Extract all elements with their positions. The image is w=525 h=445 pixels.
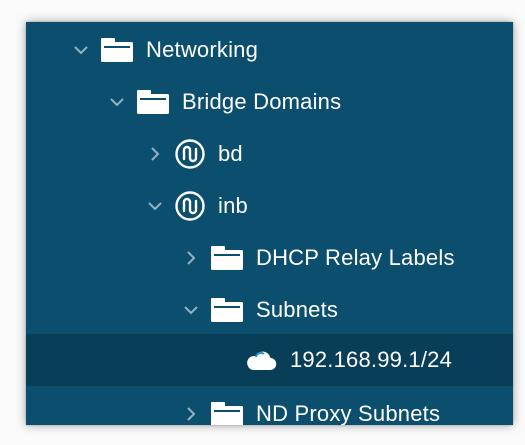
screenshot-frame: Networking Bridge Domains bd inb DHCP Re… (0, 0, 525, 445)
tree-item-inb[interactable]: inb (26, 180, 513, 232)
tree-item-bridge-domains[interactable]: Bridge Domains (26, 76, 513, 128)
cloud-icon (244, 347, 278, 373)
tree-item-label: ND Proxy Subnets (256, 401, 441, 425)
navigation-tree-panel: Networking Bridge Domains bd inb DHCP Re… (26, 22, 513, 425)
chevron-down-icon[interactable] (106, 91, 128, 113)
tree-item-label: Bridge Domains (182, 89, 342, 114)
folder-icon (210, 401, 244, 425)
tree-item-label: 192.168.99.1/24 (290, 347, 453, 372)
folder-icon (210, 297, 244, 323)
tree-item-subnets[interactable]: Subnets (26, 284, 513, 336)
tree-item-bd[interactable]: bd (26, 128, 513, 180)
tree-item-dhcp-relay-labels[interactable]: DHCP Relay Labels (26, 232, 513, 284)
tree-item-label: inb (218, 193, 248, 218)
tree-item-label: Networking (146, 37, 259, 62)
folder-icon (136, 89, 170, 115)
chevron-down-icon[interactable] (144, 195, 166, 217)
tree-item-networking[interactable]: Networking (26, 24, 513, 76)
chevron-down-icon[interactable] (70, 39, 92, 61)
tree-item-label: DHCP Relay Labels (256, 245, 455, 270)
bridge-domain-icon (174, 190, 206, 222)
chevron-right-icon[interactable] (180, 247, 202, 269)
tree-item-nd-proxy-subnets[interactable]: ND Proxy Subnets (26, 388, 513, 425)
bridge-domain-icon (174, 138, 206, 170)
tree-item-label: Subnets (256, 297, 339, 322)
chevron-right-icon[interactable] (144, 143, 166, 165)
folder-icon (210, 245, 244, 271)
tree-item-subnet-192-168-99-1[interactable]: 192.168.99.1/24 (26, 334, 513, 386)
chevron-right-icon[interactable] (180, 403, 202, 425)
folder-icon (100, 37, 134, 63)
chevron-down-icon[interactable] (180, 299, 202, 321)
tree-item-label: bd (218, 141, 243, 166)
